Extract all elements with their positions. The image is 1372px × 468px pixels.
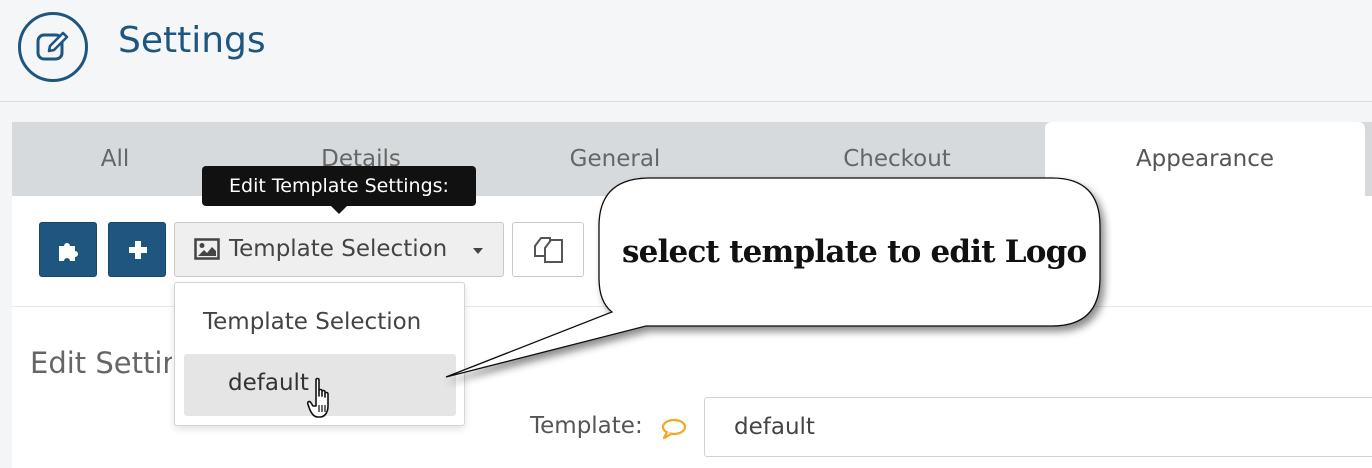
callout-text: select template to edit Logo [622, 234, 1087, 270]
